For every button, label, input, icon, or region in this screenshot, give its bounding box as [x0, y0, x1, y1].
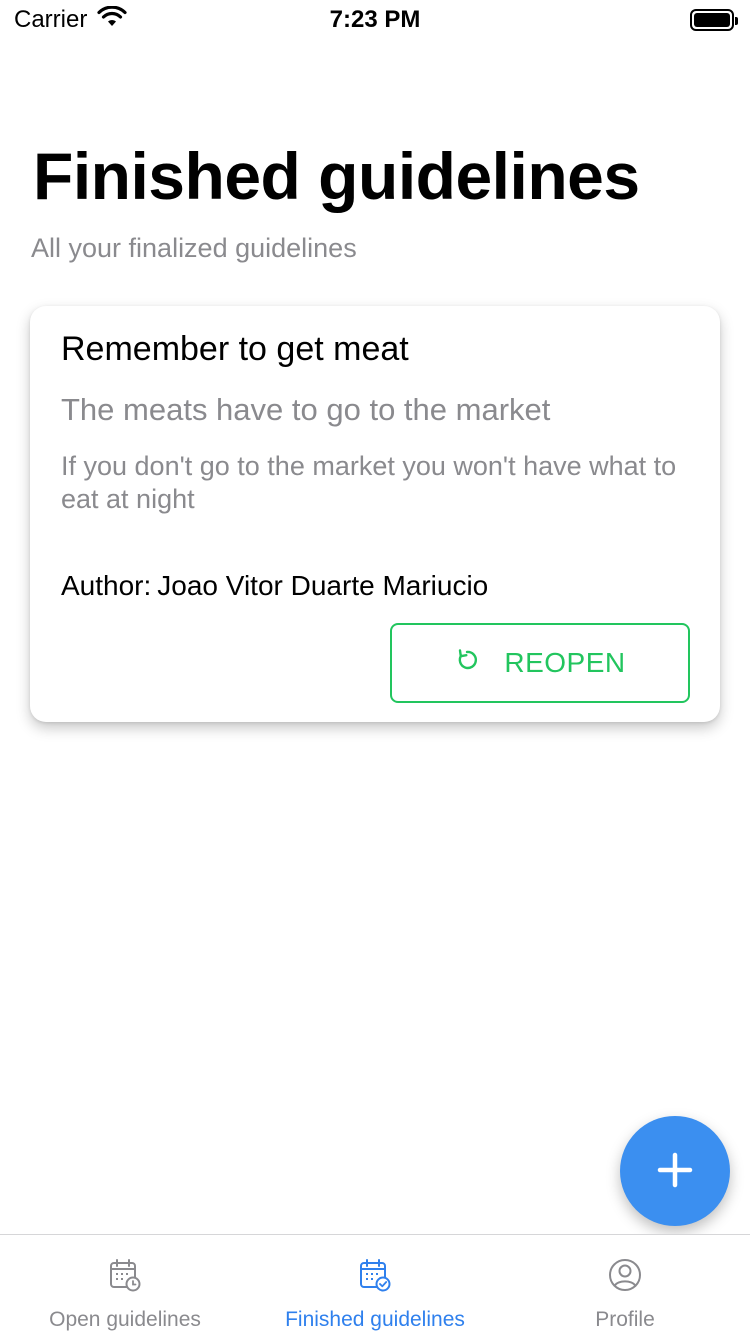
- guideline-author: Author: Joao Vitor Duarte Mariucio: [61, 570, 488, 602]
- guideline-title: Remember to get meat: [61, 330, 409, 368]
- plus-icon: [657, 1152, 693, 1191]
- tab-finished-guidelines[interactable]: Finished guidelines: [250, 1235, 500, 1334]
- calendar-check-icon: [357, 1257, 393, 1298]
- tab-label: Finished guidelines: [285, 1308, 465, 1331]
- guideline-description: The meats have to go to the market: [61, 392, 551, 427]
- battery-level: [694, 13, 730, 27]
- guideline-details: If you don't go to the market you won't …: [61, 451, 677, 514]
- tab-bar: Open guidelines Finished guidelines Prof…: [0, 1234, 750, 1334]
- status-bar: Carrier 7:23 PM: [0, 0, 750, 40]
- battery-icon: [690, 9, 738, 31]
- reload-icon: [454, 647, 480, 680]
- carrier-label: Carrier: [14, 6, 88, 33]
- tab-label: Profile: [595, 1308, 655, 1331]
- status-left: Carrier: [14, 5, 127, 35]
- reopen-button[interactable]: REOPEN: [390, 623, 690, 703]
- author-name: Joao Vitor Duarte Mariucio: [157, 570, 489, 601]
- tab-open-guidelines[interactable]: Open guidelines: [0, 1235, 250, 1334]
- author-label: Author:: [61, 570, 152, 601]
- user-circle-icon: [607, 1257, 643, 1298]
- tab-label: Open guidelines: [49, 1308, 201, 1331]
- tab-profile[interactable]: Profile: [500, 1235, 750, 1334]
- add-guideline-button[interactable]: [620, 1116, 730, 1226]
- calendar-clock-icon: [107, 1257, 143, 1298]
- page-title: Finished guidelines: [33, 139, 640, 213]
- wifi-icon: [97, 5, 127, 35]
- page-subtitle: All your finalized guidelines: [31, 233, 357, 263]
- app-screen: Carrier 7:23 PM Finished guidelines All …: [0, 0, 750, 1334]
- guideline-card: Remember to get meat The meats have to g…: [30, 306, 720, 722]
- reopen-button-label: REOPEN: [504, 647, 626, 678]
